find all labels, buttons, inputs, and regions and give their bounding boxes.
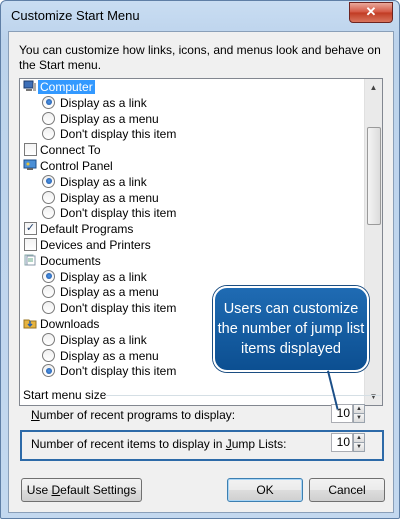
radio-option[interactable]: Don't display this item — [20, 205, 364, 221]
intro-text: You can customize how links, icons, and … — [19, 43, 381, 72]
radio-label: Don't display this item — [60, 301, 177, 316]
window-title: Customize Start Menu — [11, 8, 140, 23]
scroll-down-arrow-icon[interactable]: ▼ — [365, 388, 382, 405]
computer-icon — [23, 80, 36, 91]
radio-label: Don't display this item — [60, 364, 177, 379]
checkbox-item[interactable]: ✓ Default Programs — [20, 221, 364, 237]
close-button[interactable]: ✕ — [349, 2, 393, 23]
radio-button[interactable] — [42, 190, 55, 204]
item-label: Control Panel — [40, 158, 113, 173]
radio-option[interactable]: Don't display this item — [20, 126, 364, 142]
recent-programs-label: Number of recent programs to display: — [31, 408, 236, 422]
radio-button[interactable] — [42, 127, 55, 141]
customize-start-menu-dialog: Customize Start Menu ✕ You can customize… — [0, 0, 400, 519]
radio-button[interactable] — [42, 348, 55, 362]
item-label: Downloads — [40, 316, 100, 331]
radio-button[interactable] — [42, 364, 55, 378]
radio-button[interactable] — [42, 174, 55, 188]
ok-button[interactable]: OK — [227, 478, 303, 502]
recent-items-value[interactable]: 10 — [331, 433, 353, 452]
scroll-up-arrow-icon[interactable]: ▲ — [365, 79, 382, 96]
radio-label: Don't display this item — [60, 127, 177, 142]
start-menu-size-group-title: Start menu size — [23, 388, 107, 402]
radio-button[interactable] — [42, 206, 55, 220]
close-icon: ✕ — [365, 4, 377, 19]
item-label: Computer — [38, 80, 95, 94]
group-divider — [105, 395, 381, 396]
spin-down-icon[interactable]: ▼ — [353, 413, 365, 423]
radio-label: Don't display this item — [60, 206, 177, 221]
radio-label: Display as a menu — [60, 111, 159, 126]
radio-option[interactable]: Display as a link — [20, 95, 364, 111]
title-bar[interactable]: Customize Start Menu ✕ — [1, 1, 399, 31]
list-item-header[interactable]: Control Panel — [20, 158, 364, 174]
radio-label: Display as a link — [60, 174, 147, 189]
annotation-callout: Users can customize the number of jump l… — [213, 286, 369, 372]
checkbox-label: Connect To — [40, 143, 101, 158]
radio-button[interactable] — [42, 269, 55, 283]
radio-button[interactable] — [42, 285, 55, 299]
use-default-settings-button[interactable]: Use Default Settings — [21, 478, 142, 502]
cancel-button[interactable]: Cancel — [309, 478, 385, 502]
checkbox[interactable] — [24, 237, 37, 251]
radio-label: Display as a link — [60, 332, 147, 347]
list-item-header[interactable]: Documents — [20, 253, 364, 269]
checkbox-item[interactable]: Connect To — [20, 142, 364, 158]
radio-option[interactable]: Display as a menu — [20, 111, 364, 127]
downloads-icon — [23, 319, 37, 329]
list-item-header[interactable]: Computer — [20, 79, 364, 95]
radio-label: Display as a menu — [60, 348, 159, 363]
recent-items-spinner[interactable]: 10 ▲ ▼ — [331, 433, 365, 452]
recent-items-label: Number of recent items to display in Jum… — [31, 437, 287, 451]
radio-button[interactable] — [42, 332, 55, 346]
spin-down-icon[interactable]: ▼ — [353, 442, 365, 452]
radio-button[interactable] — [42, 301, 55, 315]
radio-button[interactable] — [42, 95, 55, 109]
item-label: Documents — [40, 253, 101, 268]
radio-option[interactable]: Display as a menu — [20, 190, 364, 206]
checkbox-item[interactable]: Devices and Printers — [20, 237, 364, 253]
callout-text: Users can customize the number of jump l… — [217, 301, 365, 357]
radio-label: Display as a menu — [60, 285, 159, 300]
documents-icon — [24, 254, 36, 266]
checkbox-label: Default Programs — [40, 222, 134, 237]
radio-label: Display as a link — [60, 95, 147, 110]
scrollbar-thumb[interactable] — [367, 127, 381, 225]
recent-programs-value[interactable]: 10 — [331, 404, 353, 423]
control-panel-icon — [23, 159, 37, 170]
radio-button[interactable] — [42, 111, 55, 125]
checkbox[interactable] — [24, 143, 37, 157]
dialog-body: You can customize how links, icons, and … — [8, 31, 394, 513]
radio-label: Display as a menu — [60, 190, 159, 205]
radio-option[interactable]: Display as a link — [20, 269, 364, 285]
checked-checkbox-icon[interactable]: ✓ — [24, 222, 37, 236]
radio-label: Display as a link — [60, 269, 147, 284]
checkbox-label: Devices and Printers — [40, 237, 151, 252]
radio-option[interactable]: Display as a link — [20, 174, 364, 190]
